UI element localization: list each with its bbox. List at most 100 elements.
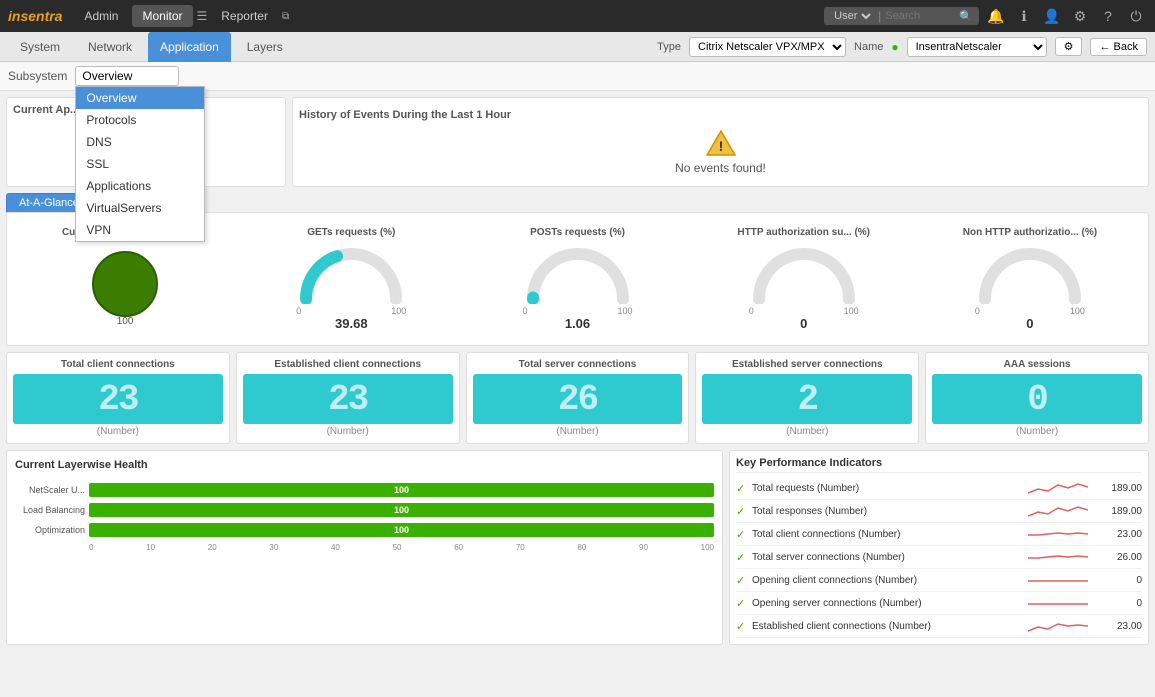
name-label: Name (854, 41, 883, 53)
metric-aaa-value: 0 (1027, 379, 1047, 420)
kpi-check-1: ✓ (736, 505, 748, 518)
dropdown-item-dns[interactable]: DNS (76, 131, 204, 153)
kpi-name-1: Total responses (Number) (752, 506, 1024, 517)
tab-system[interactable]: System (8, 32, 72, 62)
search-icon: 🔍 (959, 10, 973, 23)
info-icon[interactable]: ℹ (1013, 5, 1035, 27)
notifications-icon[interactable]: 🔔 (985, 5, 1007, 27)
axis-70: 70 (516, 543, 525, 552)
user-icon[interactable]: 👤 (1041, 5, 1063, 27)
tab-layers[interactable]: Layers (235, 32, 295, 62)
circle-gauge-value: 100 (117, 316, 134, 327)
no-events-text: No events found! (675, 161, 766, 175)
gauge-posts-labels: 0 100 (523, 306, 633, 316)
kpi-val-2: 23.00 (1092, 529, 1142, 540)
gauge-non-http-auth-value: 0 (1026, 316, 1033, 331)
subsystem-select[interactable]: Overview Protocols DNS SSL Applications … (75, 66, 179, 86)
axis-100: 100 (701, 543, 714, 552)
metric-estab-client-unit: (Number) (327, 426, 369, 437)
kpi-val-3: 26.00 (1092, 552, 1142, 563)
gauge-posts-title: POSTs requests (%) (530, 227, 625, 238)
admin-nav-btn[interactable]: Admin (74, 5, 128, 27)
kpi-spark-4 (1028, 571, 1088, 589)
gauge-non-http-auth-max: 100 (1070, 306, 1085, 316)
gauge-http-auth-labels: 0 100 (749, 306, 859, 316)
dropdown-item-ssl[interactable]: SSL (76, 153, 204, 175)
axis-10: 10 (146, 543, 155, 552)
gauge-gets-labels: 0 100 (296, 306, 406, 316)
bar-fill-optimization: 100 (89, 523, 714, 537)
config-gear-btn[interactable]: ⚙ (1055, 37, 1083, 56)
metric-total-server-box: 26 (473, 374, 683, 424)
bar-axis: 0 10 20 30 40 50 60 70 80 90 100 (15, 543, 714, 552)
name-status-dot: ● (891, 40, 898, 54)
axis-40: 40 (331, 543, 340, 552)
name-select[interactable]: InsentraNetscaler (907, 37, 1047, 57)
kpi-row-1: ✓ Total responses (Number) 189.00 (736, 500, 1142, 523)
kpi-spark-5 (1028, 594, 1088, 612)
bar-num-netscaler: 100 (394, 485, 409, 495)
kpi-spark-3 (1028, 548, 1088, 566)
monitor-nav-btn[interactable]: Monitor (132, 5, 192, 27)
subsystem-bar: Subsystem Overview Protocols DNS SSL App… (0, 62, 1155, 91)
metric-aaa-title: AAA sessions (1004, 359, 1071, 370)
subsystem-dropdown[interactable]: Overview Protocols DNS SSL Applications … (75, 86, 205, 242)
dropdown-item-overview[interactable]: Overview (76, 87, 204, 109)
axis-80: 80 (577, 543, 586, 552)
kpi-title: Key Performance Indicators (736, 457, 1142, 473)
search-input[interactable] (885, 10, 955, 22)
bar-track-netscaler: 100 (89, 483, 714, 497)
gauge-gets-svg (296, 244, 406, 304)
metric-estab-server-title: Established server connections (732, 359, 883, 370)
settings-icon[interactable]: ⚙ (1069, 5, 1091, 27)
bar-label-loadbalancing: Load Balancing (15, 505, 85, 515)
help-icon[interactable]: ? (1097, 5, 1119, 27)
kpi-row-2: ✓ Total client connections (Number) 23.0… (736, 523, 1142, 546)
metric-total-server-unit: (Number) (556, 426, 598, 437)
kpi-row-6: ✓ Established client connections (Number… (736, 615, 1142, 638)
type-select[interactable]: Citrix Netscaler VPX/MPX (689, 37, 846, 57)
metric-total-client-title: Total client connections (61, 359, 175, 370)
dropdown-item-applications[interactable]: Applications (76, 175, 204, 197)
bar-label-netscaler: NetScaler U... (15, 485, 85, 495)
metric-estab-server-value: 2 (797, 379, 817, 420)
back-btn[interactable]: ← Back (1090, 38, 1147, 56)
tab-application[interactable]: Application (148, 32, 231, 62)
axis-20: 20 (208, 543, 217, 552)
layerwise-title: Current Layerwise Health (15, 459, 714, 471)
gauge-non-http-auth-labels: 0 100 (975, 306, 1085, 316)
kpi-spark-2 (1028, 525, 1088, 543)
user-select[interactable]: User (830, 9, 874, 23)
kpi-name-0: Total requests (Number) (752, 483, 1024, 494)
dropdown-item-virtualservers[interactable]: VirtualServers (76, 197, 204, 219)
metric-total-server: Total server connections 26 (Number) (466, 352, 690, 444)
metric-aaa-unit: (Number) (1016, 426, 1058, 437)
bar-fill-loadbalancing: 100 (89, 503, 714, 517)
kpi-check-0: ✓ (736, 482, 748, 495)
tab-network[interactable]: Network (76, 32, 144, 62)
gauge-posts-svg (523, 244, 633, 304)
metric-total-server-title: Total server connections (519, 359, 637, 370)
power-icon[interactable]: ⏻ (1125, 5, 1147, 27)
metric-aaa: AAA sessions 0 (Number) (925, 352, 1149, 444)
axis-30: 30 (269, 543, 278, 552)
subsystem-label: Subsystem (8, 69, 67, 83)
gauge-http-auth-title: HTTP authorization su... (%) (737, 227, 870, 238)
dropdown-item-vpn[interactable]: VPN (76, 219, 204, 241)
gauge-posts-max: 100 (617, 306, 632, 316)
bar-row-optimization: Optimization 100 (15, 523, 714, 537)
second-nav: System Network Application Layers Type C… (0, 32, 1155, 62)
events-panel: History of Events During the Last 1 Hour… (292, 97, 1149, 187)
bar-fill-netscaler: 100 (89, 483, 714, 497)
dropdown-item-protocols[interactable]: Protocols (76, 109, 204, 131)
metric-total-server-value: 26 (558, 379, 597, 420)
kpi-name-2: Total client connections (Number) (752, 529, 1024, 540)
gauge-gets-max: 100 (391, 306, 406, 316)
reporter-nav-btn[interactable]: Reporter (211, 5, 278, 27)
axis-0: 0 (89, 543, 93, 552)
kpi-row-0: ✓ Total requests (Number) 189.00 (736, 477, 1142, 500)
metric-total-client-value: 23 (98, 379, 137, 420)
metric-total-client-box: 23 (13, 374, 223, 424)
gauge-http-auth-min: 0 (749, 306, 754, 316)
metric-estab-client-title: Established client connections (274, 359, 421, 370)
